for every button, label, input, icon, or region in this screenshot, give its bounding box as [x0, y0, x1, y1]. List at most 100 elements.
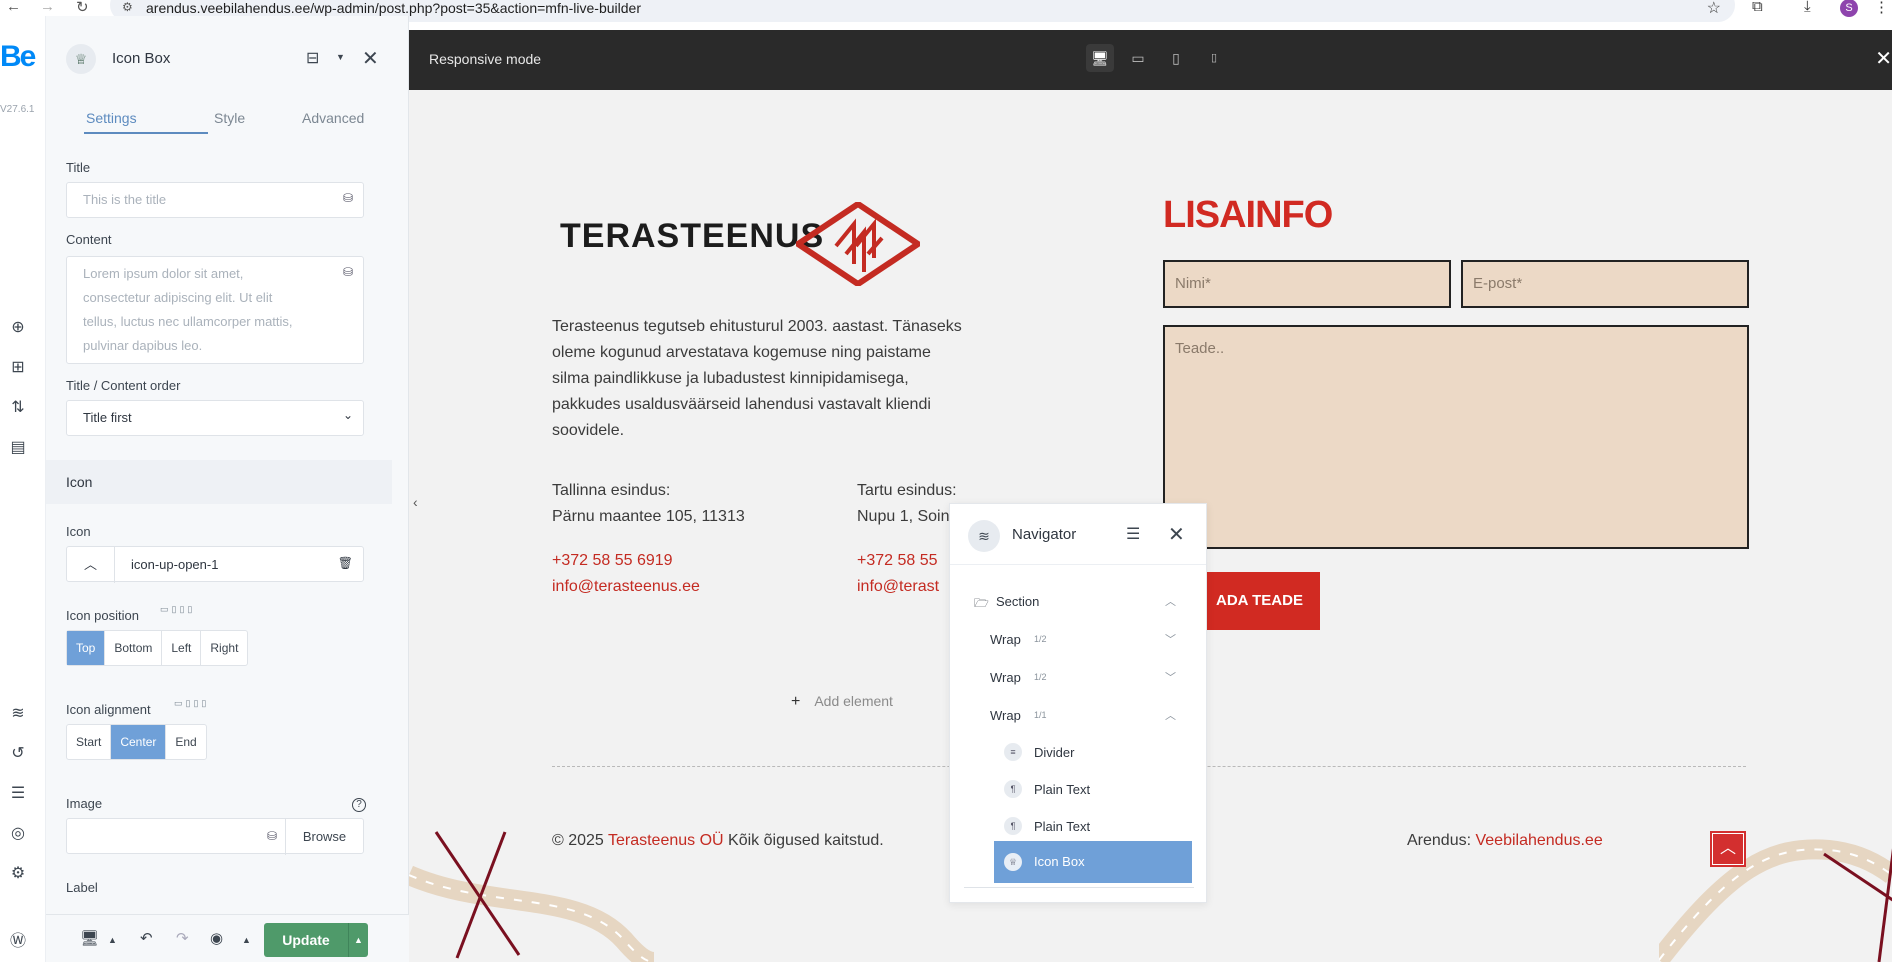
- office-phone-link[interactable]: +372 58 55: [857, 548, 957, 574]
- icon-alignment-start[interactable]: Start: [67, 725, 112, 759]
- gear-icon[interactable]: ⚙: [8, 864, 28, 884]
- icon-picker[interactable]: ︿ icon-up-open-1 🗑: [66, 546, 364, 583]
- wordpress-icon[interactable]: Ⓦ: [8, 932, 28, 952]
- send-button[interactable]: ADA TEADE: [1199, 572, 1320, 630]
- tab-style[interactable]: Style: [214, 110, 245, 126]
- back-icon[interactable]: ←: [6, 0, 21, 15]
- templates-icon[interactable]: ▤: [8, 438, 28, 458]
- database-icon[interactable]: ⛁: [343, 265, 353, 279]
- responsive-devices-icon[interactable]: ▭▯▯▯: [174, 698, 209, 709]
- reload-icon[interactable]: ↻: [76, 0, 89, 16]
- divider-icon: ≡: [1004, 743, 1022, 761]
- chevron-up-icon[interactable]: ▲: [242, 935, 251, 945]
- nav-item-plain-text[interactable]: ¶ Plain Text: [950, 811, 1206, 841]
- database-icon[interactable]: ⛁: [343, 191, 353, 205]
- icon-position-top[interactable]: Top: [67, 631, 106, 665]
- presets-icon[interactable]: ⊟: [306, 48, 319, 68]
- site-settings-icon[interactable]: ⚙: [122, 0, 133, 14]
- chevron-up-icon[interactable]: ︿: [67, 547, 115, 583]
- nav-item-icon-box[interactable]: ♕ Icon Box: [994, 841, 1192, 883]
- close-icon[interactable]: ✕: [1875, 46, 1892, 71]
- mobile-view-icon[interactable]: ▯: [1200, 44, 1228, 72]
- database-icon[interactable]: ⛁: [267, 829, 277, 843]
- widget-title: Icon Box: [112, 50, 171, 67]
- icon-position-left[interactable]: Left: [162, 631, 202, 665]
- brand-logo-text: TERASTEENUS: [560, 217, 825, 255]
- office-email-link[interactable]: info@terasteenus.ee: [552, 574, 745, 600]
- content-label: Content: [66, 232, 112, 247]
- nav-item-label: Wrap: [990, 632, 1021, 647]
- globe-icon[interactable]: ◎: [8, 824, 28, 844]
- nav-item-wrap[interactable]: Wrap 1/1 ︿: [950, 700, 1206, 730]
- update-button[interactable]: Update: [264, 923, 348, 957]
- extensions-icon[interactable]: ⧉: [1752, 0, 1763, 15]
- builder-logo[interactable]: Be: [0, 40, 36, 74]
- nav-item-plain-text[interactable]: ¶ Plain Text: [950, 774, 1206, 804]
- profile-avatar[interactable]: S: [1840, 0, 1858, 17]
- help-icon[interactable]: ?: [352, 798, 366, 812]
- office-email-link[interactable]: info@terast: [857, 574, 957, 600]
- navigator-title: Navigator: [1012, 526, 1077, 543]
- update-options-button[interactable]: ▲: [348, 923, 368, 957]
- bookmark-star-icon[interactable]: ☆: [1707, 0, 1721, 18]
- redo-icon[interactable]: ↷: [176, 929, 189, 947]
- undo-icon[interactable]: ↶: [140, 929, 153, 947]
- icon-alignment-end[interactable]: End: [166, 725, 205, 759]
- add-section-icon[interactable]: ⊕: [8, 318, 28, 338]
- title-placeholder: This is the title: [83, 192, 167, 207]
- responsive-devices-icon[interactable]: ▭▯▯▯: [160, 604, 195, 615]
- nav-item-label: Icon Box: [1034, 854, 1085, 869]
- chevron-down-icon[interactable]: ﹀: [1165, 669, 1176, 685]
- layers-icon[interactable]: ≋: [8, 704, 28, 724]
- icon-position-bottom[interactable]: Bottom: [105, 631, 163, 665]
- message-textarea[interactable]: Teade..: [1163, 325, 1749, 549]
- list-options-icon[interactable]: ☰: [1126, 524, 1140, 544]
- desktop-view-icon[interactable]: 🖥: [1086, 44, 1114, 72]
- content-textarea[interactable]: Lorem ipsum dolor sit amet, consectetur …: [66, 256, 364, 364]
- chevron-up-icon[interactable]: ▲: [108, 935, 117, 945]
- chevron-up-icon[interactable]: ︿: [1165, 593, 1176, 609]
- close-icon[interactable]: ✕: [1168, 522, 1185, 547]
- nav-item-wrap[interactable]: Wrap 1/2 ﹀: [950, 662, 1206, 692]
- tablet-view-icon[interactable]: ▯: [1162, 44, 1190, 72]
- url-text: arendus.veebilahendus.ee/wp-admin/post.p…: [146, 0, 641, 16]
- name-field[interactable]: Nimi*: [1163, 260, 1451, 308]
- history-icon[interactable]: ↺: [8, 744, 28, 764]
- options-sliders-icon[interactable]: ☰: [8, 784, 28, 804]
- chevron-up-icon[interactable]: ︿: [1165, 707, 1176, 723]
- tab-advanced[interactable]: Advanced: [302, 110, 364, 126]
- icon-group-header[interactable]: Icon: [46, 460, 392, 504]
- laptop-view-icon[interactable]: ▭: [1124, 44, 1152, 72]
- scroll-to-top-button[interactable]: ︿: [1710, 831, 1746, 867]
- icon-alignment-label: Icon alignment: [66, 702, 151, 717]
- nav-item-section[interactable]: 🗁 Section ︿: [950, 586, 1206, 616]
- browse-button[interactable]: Browse: [285, 819, 363, 855]
- trash-icon[interactable]: 🗑: [338, 556, 353, 570]
- chevron-down-icon[interactable]: ﹀: [1165, 631, 1176, 647]
- preview-eye-icon[interactable]: ◉: [210, 929, 223, 947]
- company-link[interactable]: Terasteenus OÜ: [608, 832, 724, 849]
- icon-box-widget-icon: ♕: [66, 44, 96, 74]
- close-icon[interactable]: ✕: [362, 46, 379, 71]
- chevron-down-icon[interactable]: ▼: [336, 52, 345, 62]
- forward-icon[interactable]: →: [40, 0, 55, 15]
- email-field[interactable]: E-post*: [1461, 260, 1749, 308]
- add-element-button[interactable]: + Add element: [791, 693, 893, 711]
- device-preview-icon[interactable]: 🖥: [80, 929, 99, 947]
- icon-alignment-center[interactable]: Center: [111, 725, 167, 759]
- order-select[interactable]: Title first ⌄: [66, 400, 364, 436]
- developer-link[interactable]: Veebilahendus.ee: [1475, 832, 1602, 849]
- tab-settings[interactable]: Settings: [86, 110, 137, 126]
- browser-menu-icon[interactable]: ⋮: [1874, 0, 1889, 16]
- prebuilt-sections-icon[interactable]: ⊞: [8, 358, 28, 378]
- nav-item-wrap[interactable]: Wrap 1/2 ﹀: [950, 624, 1206, 654]
- sort-icon[interactable]: ⇅: [8, 398, 28, 418]
- download-icon[interactable]: ⤓: [1804, 0, 1811, 15]
- nav-item-divider[interactable]: ≡ Divider: [950, 737, 1206, 767]
- office-phone-link[interactable]: +372 58 55 6919: [552, 548, 745, 574]
- collapse-panel-icon[interactable]: ‹: [413, 494, 418, 510]
- office-tallinn: Tallinna esindus: Pärnu maantee 105, 113…: [552, 478, 745, 600]
- icon-position-right[interactable]: Right: [201, 631, 247, 665]
- image-input[interactable]: ⛁ Browse: [66, 818, 364, 855]
- title-input[interactable]: This is the title ⛁: [66, 182, 364, 218]
